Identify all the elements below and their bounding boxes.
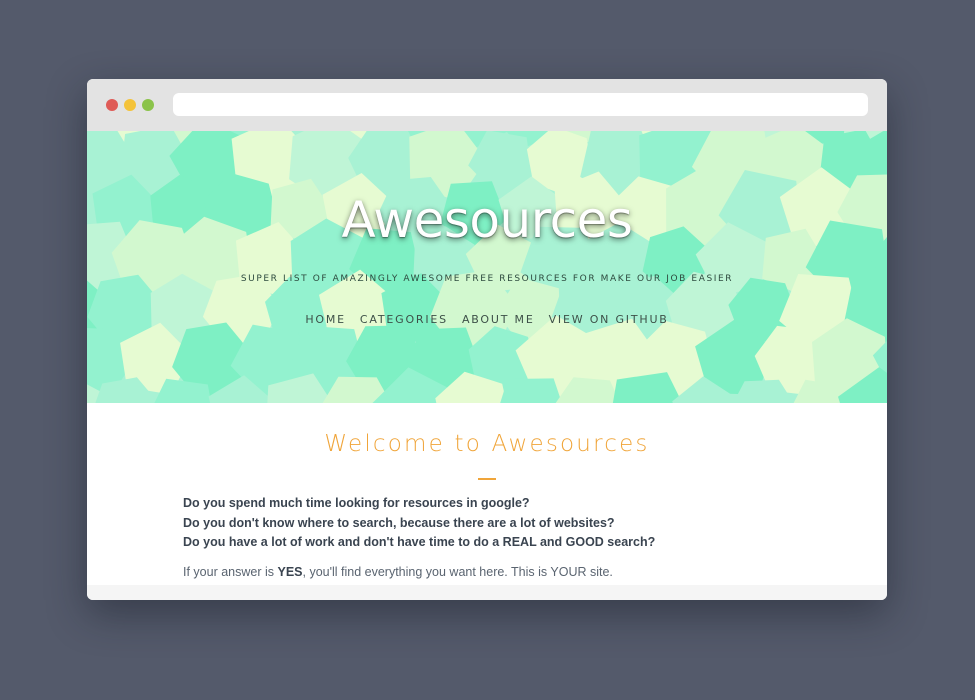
question-line: Do you don't know where to search, becau… <box>183 515 615 530</box>
answer-emphasis: YES <box>277 565 303 579</box>
nav-link-categories[interactable]: CATEGORIES <box>360 313 448 326</box>
intro-answer: If your answer is YES, you'll find every… <box>183 565 803 579</box>
main-content: Welcome to Awesources Do you spend much … <box>87 403 887 585</box>
minimize-window-dot-icon[interactable] <box>124 99 136 111</box>
question-line: Do you have a lot of work and don't have… <box>183 535 656 549</box>
polygon-pattern-background <box>87 131 887 403</box>
nav-link-home[interactable]: HOME <box>305 313 346 326</box>
welcome-heading: Welcome to Awesources <box>324 431 650 457</box>
maximize-window-dot-icon[interactable] <box>142 99 154 111</box>
close-window-dot-icon[interactable] <box>106 99 118 111</box>
intro-questions: Do you spend much time looking for resou… <box>183 494 803 553</box>
hero-banner: Awesources SUPER LIST OF AMAZINGLY AWESO… <box>87 131 887 403</box>
nav-link-view-on-github[interactable]: VIEW ON GITHUB <box>549 313 669 326</box>
content-bottom-edge <box>87 585 887 600</box>
heading-divider <box>478 478 496 480</box>
browser-window: Awesources SUPER LIST OF AMAZINGLY AWESO… <box>87 79 887 600</box>
address-bar[interactable] <box>173 93 868 116</box>
answer-prefix: If your answer is <box>183 565 278 579</box>
site-title: Awesources <box>341 191 633 249</box>
question-line: Do you spend much time looking for resou… <box>183 496 530 510</box>
nav-link-about-me[interactable]: ABOUT ME <box>462 313 535 326</box>
main-nav: HOME CATEGORIES ABOUT ME VIEW ON GITHUB <box>87 313 887 326</box>
answer-suffix: , you'll find everything you want here. … <box>302 565 613 579</box>
site-subtitle: SUPER LIST OF AMAZINGLY AWESOME FREE RES… <box>240 274 734 284</box>
browser-titlebar <box>87 79 887 131</box>
